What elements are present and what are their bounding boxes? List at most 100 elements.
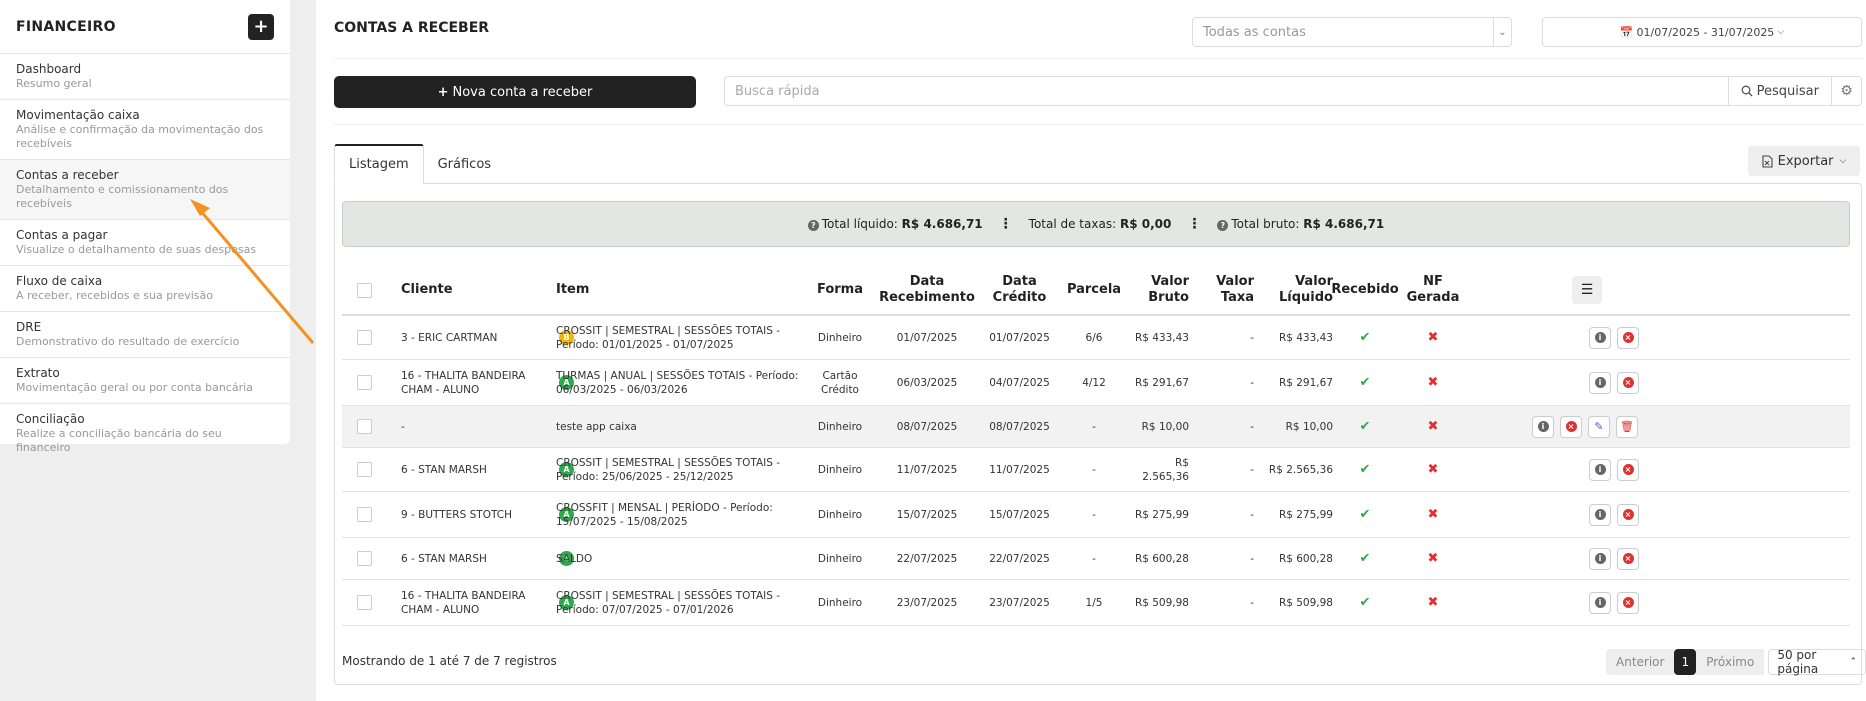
cell-cliente[interactable]: 16 - THALITA BANDEIRA CHAM - ALUNO <box>401 360 526 405</box>
info-button[interactable]: i <box>1589 371 1611 394</box>
th-item[interactable]: Item <box>556 266 589 314</box>
th-parcela[interactable]: Parcela <box>1064 266 1124 314</box>
th-valor-bruto[interactable]: Valor Bruto <box>1129 266 1189 314</box>
tab-graficos[interactable]: Gráficos <box>424 144 505 184</box>
cell-cliente[interactable]: 9 - BUTTERS STOTCH <box>401 492 526 537</box>
th-valor-liquido[interactable]: Valor Líquido <box>1257 266 1333 314</box>
row-checkbox[interactable] <box>357 330 372 345</box>
main-panel: CONTAS A RECEBER Todas as contas ⌄ 📅 01/… <box>316 0 1866 701</box>
accounts-select[interactable]: Todas as contas ⌄ <box>1192 17 1512 47</box>
info-button[interactable]: i <box>1589 503 1611 526</box>
receivables-table: Cliente Item Forma Data Recebimento Data C… <box>342 266 1850 626</box>
th-forma[interactable]: Forma <box>808 266 872 314</box>
sidebar-item-fluxo-de-caixa[interactable]: Fluxo de caixa A receber, recebidos e su… <box>0 266 290 312</box>
sidebar-item-conciliacao[interactable]: Conciliação Realize a conciliação bancár… <box>0 404 290 463</box>
cancel-button[interactable]: × <box>1617 503 1639 526</box>
table-row[interactable]: 6 - STAN MARSH A CROSSIT | SEMESTRAL | S… <box>342 448 1850 492</box>
cell-valor-bruto: R$ 275,99 <box>1134 508 1189 521</box>
more-vertical-icon[interactable]: ⋮ <box>999 216 1013 232</box>
x-icon: ✖ <box>1427 329 1439 345</box>
delete-button[interactable]: 🗑 <box>1616 415 1638 438</box>
question-icon[interactable]: ? <box>807 220 819 231</box>
add-button[interactable]: + <box>248 13 274 40</box>
x-icon: ✖ <box>1427 550 1439 566</box>
th-nf-gerada[interactable]: NF Gerada <box>1398 266 1468 314</box>
cancel-button[interactable]: × <box>1617 547 1639 570</box>
table-row[interactable]: 6 - STAN MARSH A SALDO Dinheiro 22/07/20… <box>342 538 1850 580</box>
x-icon: ✖ <box>1427 594 1439 610</box>
cell-valor-liquido: R$ 2.565,36 <box>1268 463 1333 476</box>
sidebar-item-movimentacao-caixa[interactable]: Movimentação caixa Análise e confirmação… <box>0 100 290 160</box>
cancel-button[interactable]: × <box>1617 326 1639 349</box>
search-settings-button[interactable]: ⚙ <box>1831 77 1861 105</box>
question-icon[interactable]: ? <box>1217 220 1229 231</box>
sidebar-item-desc: Movimentação geral ou por conta bancária <box>16 381 253 394</box>
row-checkbox[interactable] <box>357 507 372 522</box>
prev-page-button[interactable]: Anterior <box>1606 649 1675 675</box>
sidebar-item-dre[interactable]: DRE Demonstrativo do resultado de exercí… <box>0 312 290 358</box>
columns-menu-cell: ☰ <box>1572 266 1602 314</box>
row-checkbox[interactable] <box>357 419 372 434</box>
th-valor-taxa[interactable]: Valor Taxa <box>1194 266 1254 314</box>
sidebar-item-dashboard[interactable]: Dashboard Resumo geral <box>0 54 290 100</box>
info-button[interactable]: i <box>1589 547 1611 570</box>
check-icon: ✔ <box>1359 374 1371 390</box>
search-button[interactable]: Pesquisar <box>1727 77 1831 105</box>
sidebar-item-label: Conciliação <box>16 412 85 426</box>
export-button[interactable]: Exportar ⌵ <box>1748 146 1860 176</box>
cell-valor-liquido: R$ 509,98 <box>1278 596 1333 609</box>
columns-menu-button[interactable]: ☰ <box>1572 276 1602 304</box>
new-receivable-button[interactable]: + Nova conta a receber <box>334 76 696 108</box>
th-data-credito-line2: Crédito <box>992 290 1047 305</box>
sidebar-item-extrato[interactable]: Extrato Movimentação geral ou por conta … <box>0 358 290 404</box>
cell-cliente[interactable]: 6 - STAN MARSH <box>401 538 526 579</box>
th-cliente[interactable]: Cliente <box>401 266 453 314</box>
th-valor-bruto-line1: Valor <box>1151 274 1189 289</box>
cell-cliente[interactable]: 3 - ERIC CARTMAN <box>401 316 526 359</box>
table-row[interactable]: - teste app caixa Dinheiro 08/07/2025 08… <box>342 406 1850 448</box>
date-range-picker[interactable]: 📅 01/07/2025 - 31/07/2025 ⌵ <box>1542 17 1862 47</box>
row-checkbox[interactable] <box>357 462 372 477</box>
cell-cliente[interactable]: 16 - THALITA BANDEIRA CHAM - ALUNO <box>401 580 526 625</box>
cancel-button[interactable]: × <box>1560 415 1582 438</box>
more-vertical-icon[interactable]: ⋮ <box>1187 216 1201 232</box>
tab-listagem[interactable]: Listagem <box>334 144 424 184</box>
table-row[interactable]: 3 - ERIC CARTMAN B CROSSIT | SEMESTRAL |… <box>342 316 1850 360</box>
cell-valor-taxa: - <box>1250 376 1254 389</box>
cell-cliente[interactable]: - <box>401 406 526 447</box>
table-header: Cliente Item Forma Data Recebimento Data C… <box>342 266 1850 316</box>
table-row[interactable]: 16 - THALITA BANDEIRA CHAM - ALUNO A TUR… <box>342 360 1850 406</box>
row-checkbox[interactable] <box>357 595 372 610</box>
excel-file-icon <box>1762 154 1773 168</box>
info-button[interactable]: i <box>1532 415 1554 438</box>
page-size-select[interactable]: 50 por página ⌃ <box>1768 648 1866 676</box>
th-valor-taxa-line1: Valor <box>1216 274 1254 289</box>
cell-cliente[interactable]: 6 - STAN MARSH <box>401 448 526 491</box>
table-row[interactable]: 16 - THALITA BANDEIRA CHAM - ALUNO A CRO… <box>342 580 1850 626</box>
next-page-button[interactable]: Próximo <box>1696 649 1765 675</box>
x-icon: ✖ <box>1427 374 1439 390</box>
row-checkbox[interactable] <box>357 375 372 390</box>
edit-button[interactable]: ✎ <box>1588 415 1610 438</box>
chevron-up-icon: ⌃ <box>1849 657 1857 667</box>
info-button[interactable]: i <box>1589 591 1611 614</box>
cancel-button[interactable]: × <box>1617 371 1639 394</box>
row-checkbox[interactable] <box>357 551 372 566</box>
accounts-select-value: Todas as contas <box>1203 24 1306 40</box>
th-data-credito[interactable]: Data Crédito <box>982 266 1057 314</box>
info-button[interactable]: i <box>1589 458 1611 481</box>
sidebar-item-contas-a-receber[interactable]: Contas a receber Detalhamento e comissio… <box>0 160 290 220</box>
cancel-button[interactable]: × <box>1617 591 1639 614</box>
table-row[interactable]: 9 - BUTTERS STOTCH A CROSSFIT | MENSAL |… <box>342 492 1850 538</box>
search-icon <box>1741 85 1753 97</box>
cancel-icon: × <box>1622 332 1634 343</box>
total-taxas-label: Total de taxas: <box>1028 217 1117 231</box>
page-number-button[interactable]: 1 <box>1674 649 1697 675</box>
select-all-checkbox[interactable] <box>357 282 372 298</box>
cancel-button[interactable]: × <box>1617 458 1639 481</box>
search-input[interactable] <box>725 77 1728 105</box>
info-button[interactable]: i <box>1589 326 1611 349</box>
th-data-recebimento[interactable]: Data Recebimento <box>877 266 977 314</box>
sidebar-item-contas-a-pagar[interactable]: Contas a pagar Visualize o detalhamento … <box>0 220 290 266</box>
th-recebido[interactable]: Recebido <box>1331 266 1398 314</box>
